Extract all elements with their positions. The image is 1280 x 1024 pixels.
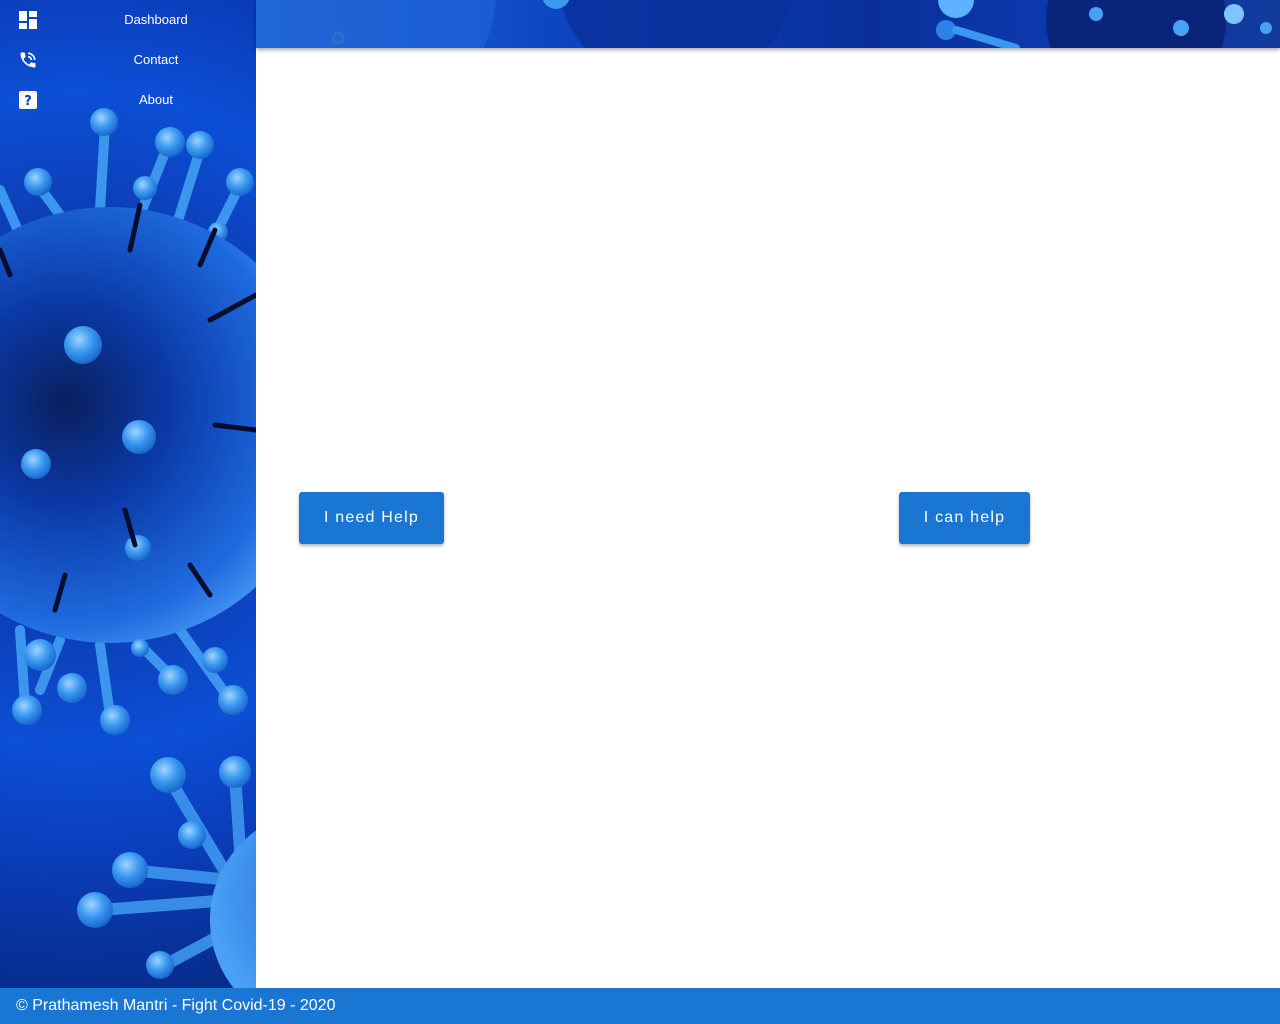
footer: © Prathamesh Mantri - Fight Covid-19 - 2… <box>0 988 1280 1024</box>
virus-background-image <box>0 108 256 988</box>
svg-text:?: ? <box>24 94 32 109</box>
sidebar-item-label: Dashboard <box>124 12 188 27</box>
sidebar-nav: Dashboard Contact ? About <box>0 0 256 120</box>
sidebar-item-contact[interactable]: Contact <box>0 40 256 80</box>
phone-icon <box>18 50 38 70</box>
help-icon: ? <box>18 90 38 110</box>
sidebar-item-label: About <box>139 92 173 107</box>
main-content: I need Help I can help <box>256 48 1280 988</box>
need-help-button[interactable]: I need Help <box>299 492 444 544</box>
header-banner <box>256 0 1280 48</box>
dashboard-icon <box>18 10 38 30</box>
sidebar: Dashboard Contact ? About <box>0 0 256 988</box>
can-help-button[interactable]: I can help <box>899 492 1030 544</box>
sidebar-item-label: Contact <box>133 52 179 67</box>
sidebar-item-dashboard[interactable]: Dashboard <box>0 0 256 40</box>
app-root: Dashboard Contact ? About I need Help I … <box>0 0 1280 1024</box>
footer-text: © Prathamesh Mantri - Fight Covid-19 - 2… <box>16 997 336 1014</box>
sidebar-item-about[interactable]: ? About <box>0 80 256 120</box>
header-virus-image <box>256 0 1272 48</box>
